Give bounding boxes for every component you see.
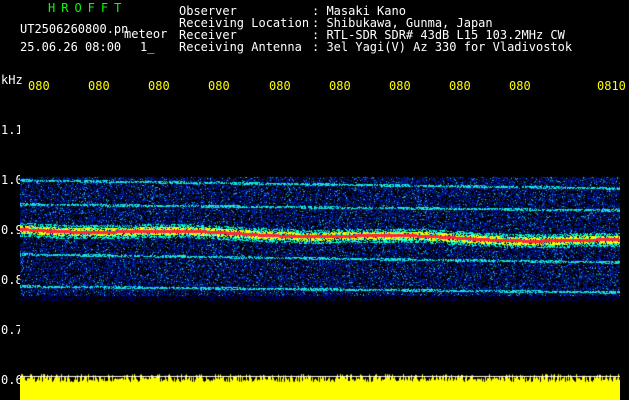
axis-unit: kHz [1,73,23,87]
station-name: HROFFT [48,1,128,15]
antenna-value: : 3el Yagi(V) Az 330 for Vladivostok [312,40,573,54]
time-tick: 080 [148,79,170,93]
time-tick: 080 [208,79,230,93]
signal-level-strip [20,370,620,400]
sub-index: 1_ [140,40,155,54]
time-tick: 080 [269,79,291,93]
time-tick: 080 [329,79,351,93]
time-tick: 080 [389,79,411,93]
time-tick: 080 [28,79,50,93]
time-tick: 080 [449,79,471,93]
time-tick: 080 [88,79,110,93]
time-tick: 080 [509,79,531,93]
filename: UT2506260800.pn [20,22,129,36]
datetime: 25.06.26 08:00 [20,40,122,54]
tag: meteor [124,27,168,41]
spectrogram-waterfall [20,96,620,368]
antenna-label: Receiving Antenna [179,40,302,54]
time-tick: 0810 [597,79,626,93]
